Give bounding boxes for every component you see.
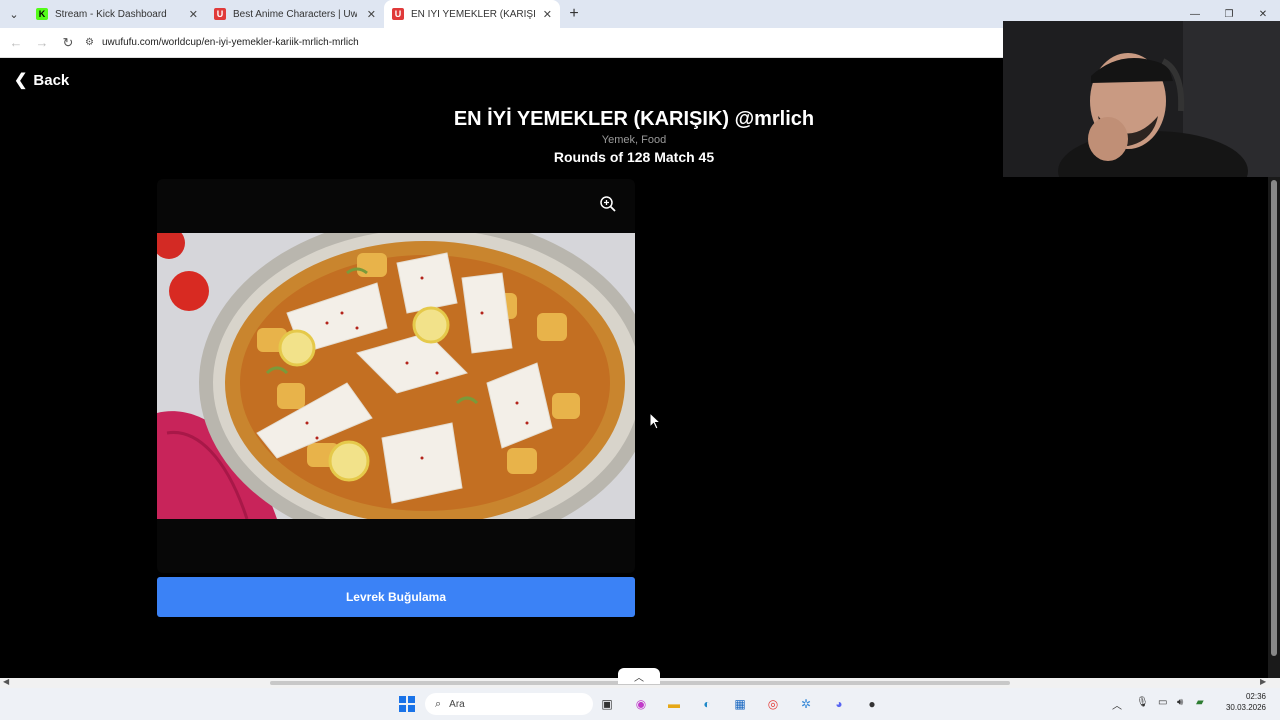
mouse-cursor-icon [649,412,661,430]
search-icon: ⌕ [435,697,442,710]
network-icon[interactable]: ▭ [1158,697,1167,708]
tray-overflow-icon[interactable]: ︿ [1112,697,1122,712]
tab-title: EN İYİ YEMEKLER (KARIŞIK) @m [411,8,535,20]
food-image [157,233,635,519]
zoom-in-icon[interactable] [599,195,617,213]
tab-yemekler[interactable]: U EN İYİ YEMEKLER (KARIŞIK) @m ✕ [384,0,560,28]
uwufufu-favicon-icon: U [214,8,226,20]
close-tab-icon[interactable]: ✕ [189,8,198,21]
candidate-card[interactable] [157,179,635,573]
chevron-up-icon[interactable]: ︿ [618,668,660,684]
scroll-left-icon[interactable]: ◀ [3,677,9,686]
taskbar-search[interactable]: ⌕ Ara [425,693,593,715]
tab-search-icon[interactable]: ⌄ [0,0,28,28]
reload-icon[interactable]: ↻ [55,28,81,58]
chrome-icon[interactable]: ◎ [764,695,782,713]
tab-title: Stream - Kick Dashboard [55,8,167,20]
url-field[interactable]: uwufufu.com/worldcup/en-iyi-yemekler-kar… [102,37,359,48]
scroll-right-icon[interactable]: ▶ [1260,677,1266,686]
tab-anime[interactable]: U Best Anime Characters | UwUFU ✕ [206,0,384,28]
back-label: Back [33,71,70,89]
back-button[interactable]: ❮ Back [14,70,69,90]
discord-icon[interactable]: ◕ [830,695,848,713]
back-arrow-icon[interactable]: ← [3,28,29,58]
volume-icon[interactable]: 🔊︎ [1177,697,1183,708]
app-icon[interactable]: ● [863,695,881,713]
site-info-icon[interactable]: ⚙ [85,37,94,48]
tab-title: Best Anime Characters | UwUFU [233,8,357,20]
task-view-icon[interactable]: ▣ [598,695,616,713]
store-icon[interactable]: ▦ [731,695,749,713]
close-tab-icon[interactable]: ✕ [543,8,552,21]
edge-icon[interactable]: ◐ [698,695,716,713]
forward-arrow-icon[interactable]: → [29,28,55,58]
choice-button[interactable]: Levrek Buğulama [157,577,635,617]
tab-kick[interactable]: K Stream - Kick Dashboard ✕ [28,0,206,28]
kick-favicon-icon: K [36,8,48,20]
webcam-overlay [1003,21,1280,177]
system-clock[interactable]: 02:36 30.03.2026 [1226,691,1266,713]
clock-date: 30.03.2026 [1225,703,1266,712]
settings-icon[interactable]: ✲ [797,695,815,713]
windows-start-icon[interactable] [398,695,416,713]
vertical-scroll-thumb[interactable] [1271,180,1277,656]
uwufufu-favicon-icon: U [392,8,404,20]
clock-time: 02:36 [1245,692,1266,701]
new-tab-button[interactable]: + [560,0,588,28]
close-tab-icon[interactable]: ✕ [367,8,376,21]
chevron-left-icon: ❮ [14,72,28,89]
microphone-icon[interactable]: 🎙︎ [1136,697,1149,708]
copilot-icon[interactable]: ◉ [632,695,650,713]
search-placeholder: Ara [449,698,465,710]
battery-icon[interactable]: ▰ [1196,697,1204,708]
file-explorer-icon[interactable]: ▬ [665,695,683,713]
